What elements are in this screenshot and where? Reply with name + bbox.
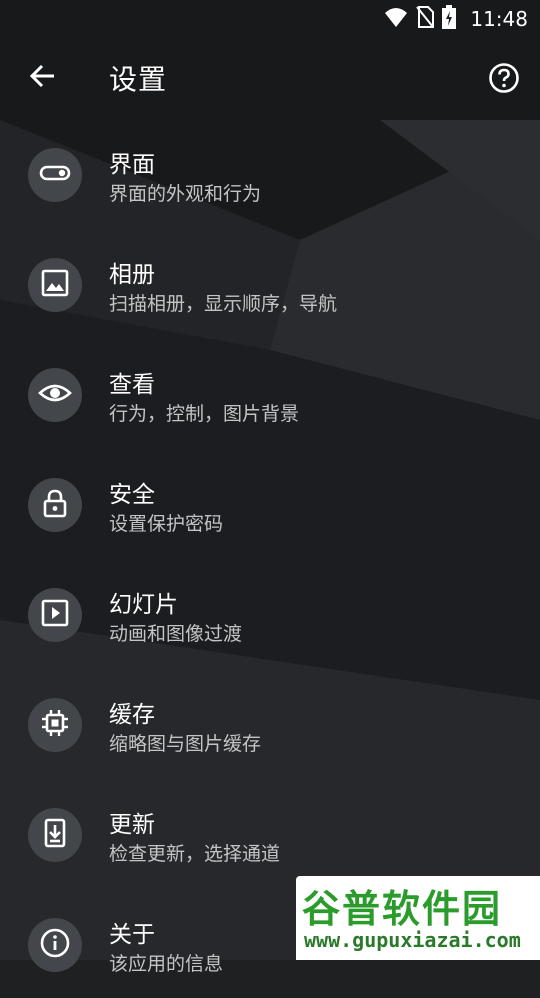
settings-item-albums[interactable]: 相册 扫描相册，显示顺序，导航 [0, 228, 540, 338]
chip-icon [39, 707, 71, 743]
settings-item-subtitle: 该应用的信息 [109, 953, 224, 975]
settings-item-subtitle: 设置保护密码 [109, 513, 224, 535]
toggle-icon [39, 157, 71, 193]
settings-item-subtitle: 动画和图像过渡 [109, 623, 243, 645]
download-icon [39, 817, 71, 853]
watermark-logo: 谷普软件园 www.gupuxiazai.com [296, 876, 540, 960]
settings-item-subtitle: 检查更新，选择通道 [109, 843, 281, 865]
settings-item-security[interactable]: 安全 设置保护密码 [0, 448, 540, 558]
settings-item-viewer[interactable]: 查看 行为，控制，图片背景 [0, 338, 540, 448]
settings-item-subtitle: 界面的外观和行为 [109, 183, 262, 205]
settings-item-title: 缓存 [109, 702, 155, 728]
eye-icon [38, 376, 72, 414]
wifi-icon [384, 6, 408, 32]
image-icon [39, 267, 71, 303]
app-bar: 设置 [0, 38, 540, 118]
settings-item-title: 查看 [109, 372, 155, 398]
info-icon [39, 927, 71, 963]
settings-item-title: 界面 [109, 152, 155, 178]
status-time: 11:48 [470, 7, 528, 31]
watermark-url: www.gupuxiazai.com [304, 928, 521, 952]
slideshow-icon [39, 597, 71, 633]
settings-item-title: 更新 [109, 812, 155, 838]
page-title: 设置 [109, 63, 168, 96]
settings-item-subtitle: 缩略图与图片缓存 [109, 733, 262, 755]
arrow-left-icon [28, 62, 56, 94]
settings-item-subtitle: 扫描相册，显示顺序，导航 [109, 293, 338, 315]
help-circle-icon [488, 62, 520, 98]
icon-circle [28, 478, 82, 532]
settings-item-title: 关于 [109, 922, 155, 948]
settings-item-slideshow[interactable]: 幻灯片 动画和图像过渡 [0, 558, 540, 668]
lock-icon [39, 487, 71, 523]
icon-circle [28, 918, 82, 972]
back-button[interactable] [24, 60, 60, 96]
icon-circle [28, 698, 82, 752]
battery-charging-icon [442, 5, 457, 33]
status-bar: 11:48 [0, 0, 540, 38]
settings-item-title: 幻灯片 [109, 592, 178, 618]
icon-circle [28, 368, 82, 422]
icon-circle [28, 588, 82, 642]
settings-item-subtitle: 行为，控制，图片背景 [109, 403, 300, 425]
settings-item-updates[interactable]: 更新 检查更新，选择通道 [0, 778, 540, 888]
settings-item-interface[interactable]: 界面 界面的外观和行为 [0, 118, 540, 228]
icon-circle [28, 808, 82, 862]
settings-item-cache[interactable]: 缓存 缩略图与图片缓存 [0, 668, 540, 778]
settings-item-title: 相册 [109, 262, 155, 288]
icon-circle [28, 148, 82, 202]
no-sim-icon [416, 6, 435, 32]
watermark-title: 谷普软件园 [302, 887, 503, 931]
settings-item-title: 安全 [109, 482, 155, 508]
settings-list: 界面 界面的外观和行为 相册 扫描相册，显示顺序，导航 查看 行为，控制，图片背… [0, 118, 540, 998]
help-button[interactable] [486, 62, 522, 98]
icon-circle [28, 258, 82, 312]
